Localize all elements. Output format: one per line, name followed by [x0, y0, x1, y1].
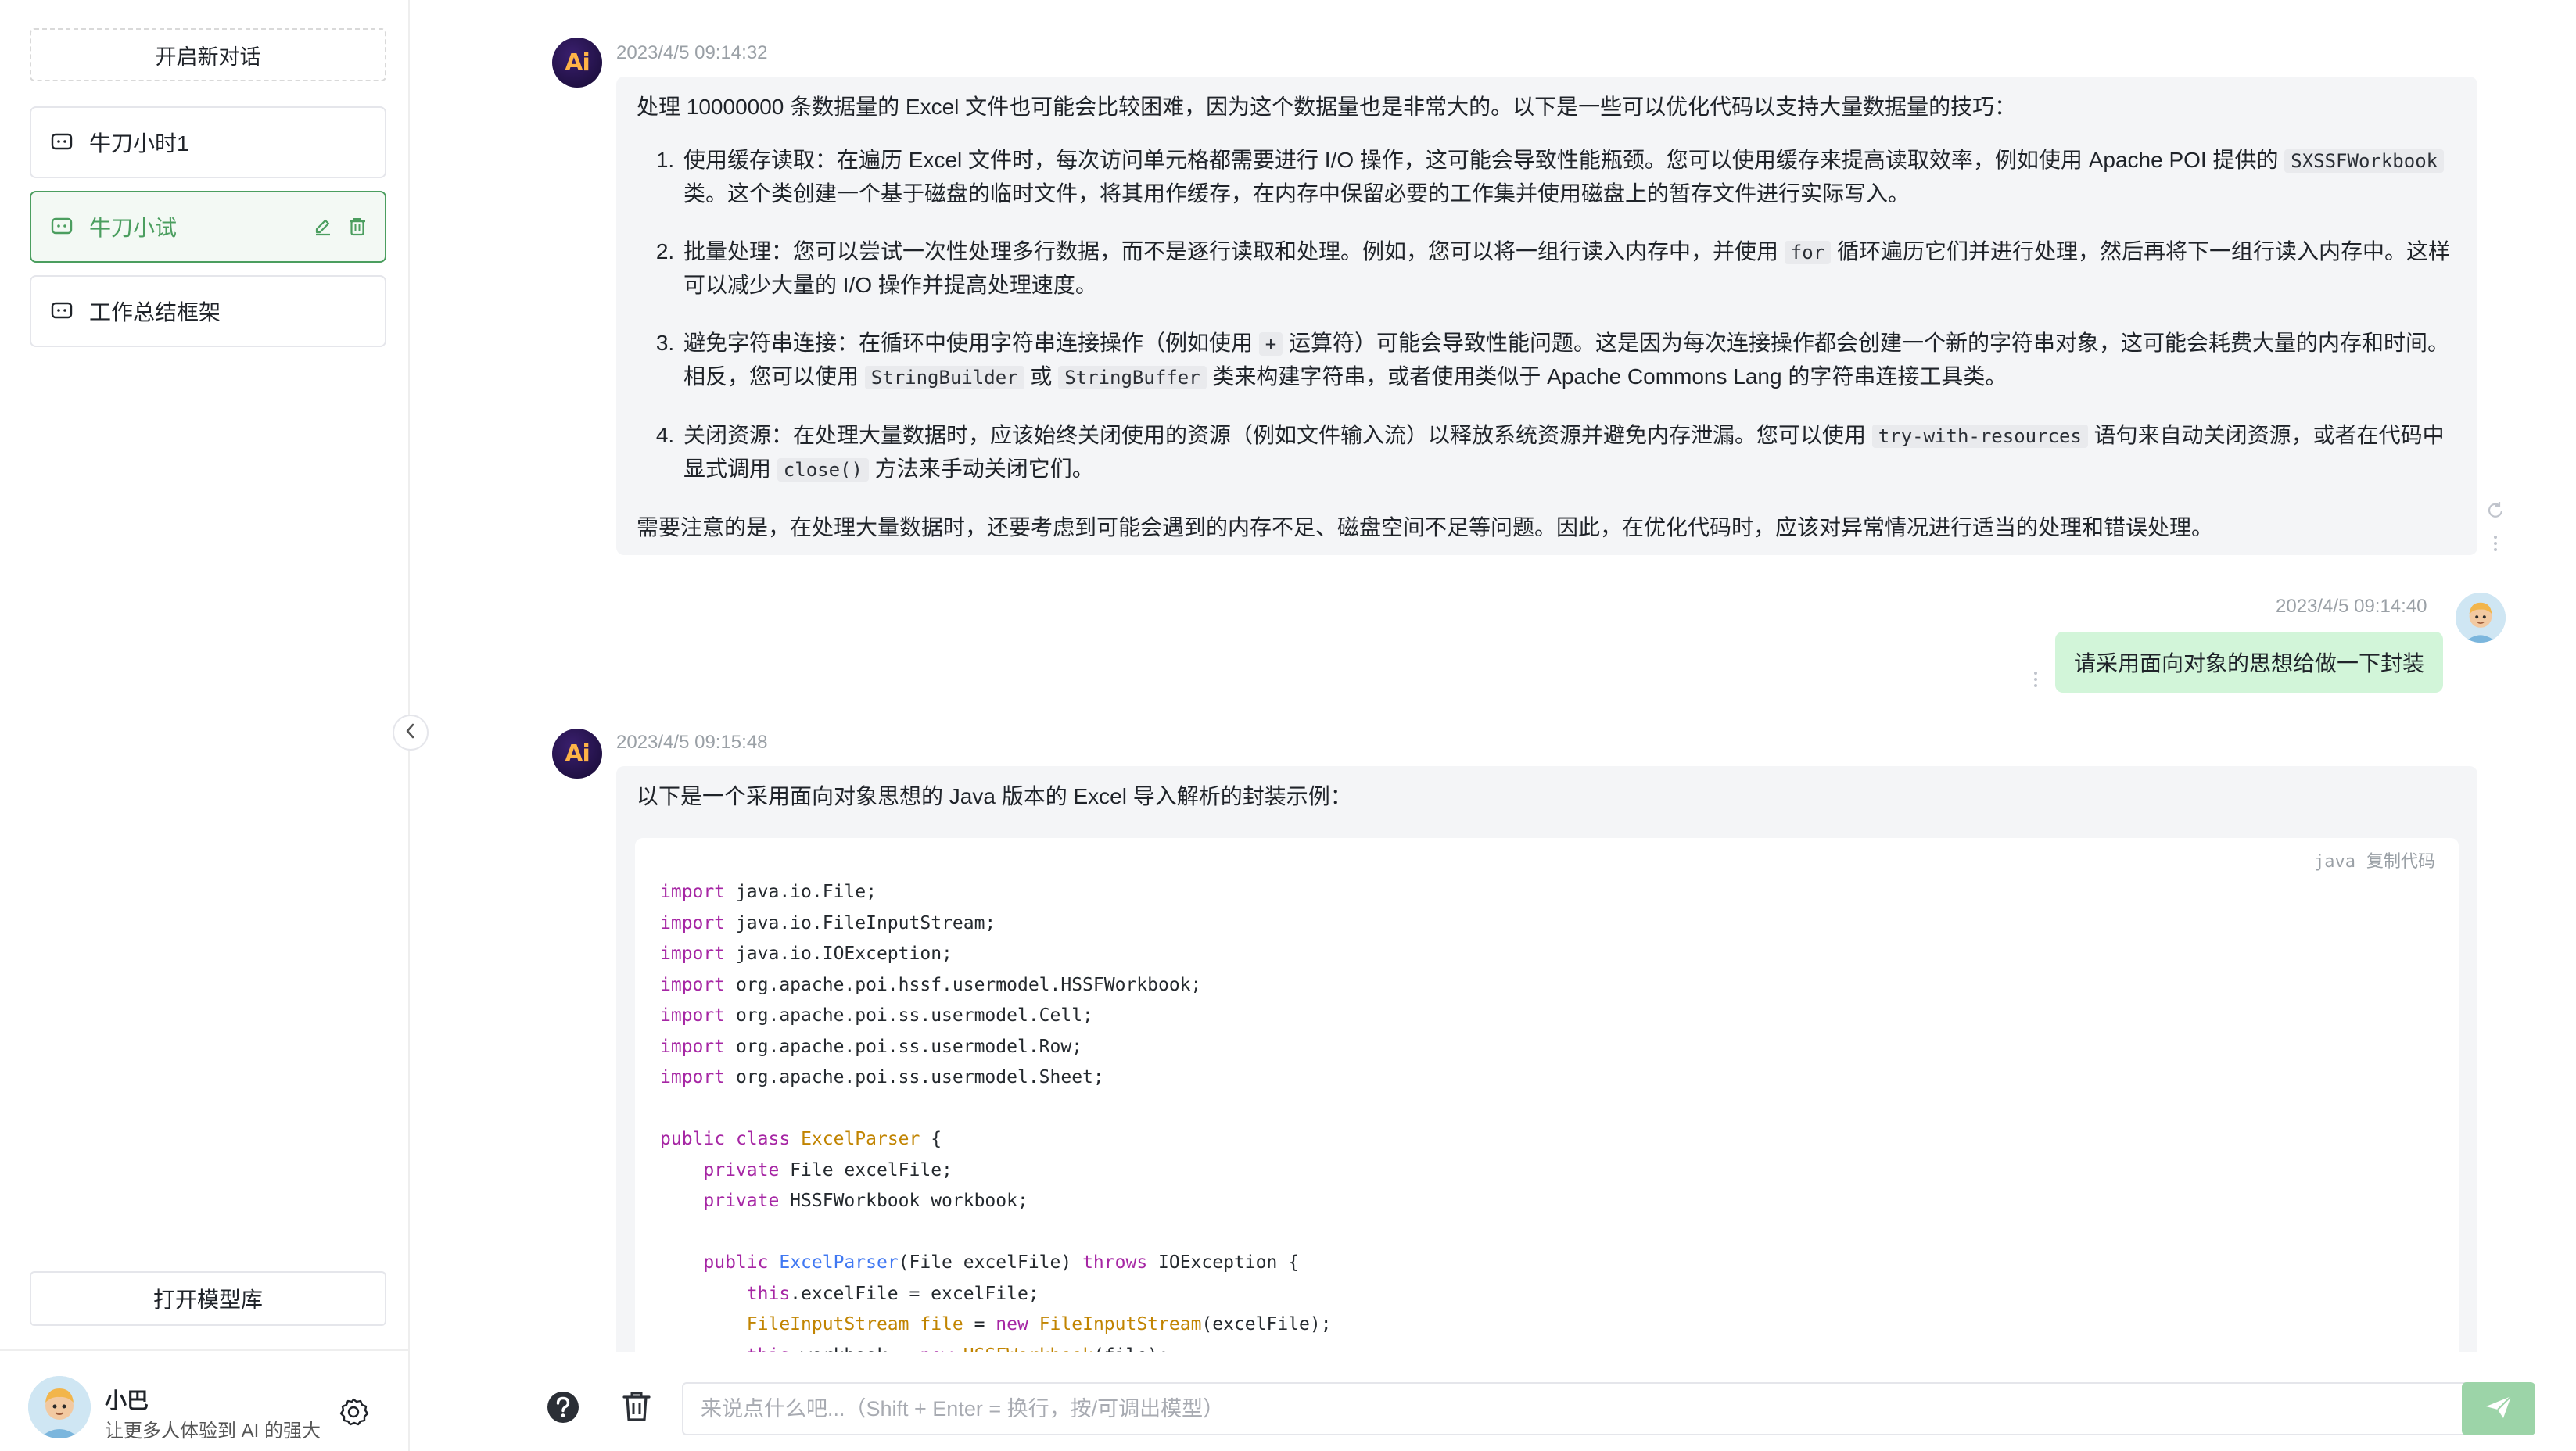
app-root: 开启新对话 牛刀小时1 牛刀小试 工作总结框架 打开模型库 小巴 让更多人体验到… [0, 0, 2576, 1451]
code-block: java 复制代码 import java.io.File; import java… [635, 838, 2459, 1352]
message-text: 处理 10000000 条数据量的 Excel 文件也可能会比较困难，因为这个数… [637, 95, 2017, 119]
user-profile: 小巴 让更多人体验到 AI 的强大 [0, 1349, 410, 1451]
ai-avatar: Ai [552, 729, 602, 779]
sidebar: 开启新对话 牛刀小时1 牛刀小试 工作总结框架 打开模型库 小巴 让更多人体验到… [0, 0, 410, 1451]
refresh-icon[interactable] [2485, 500, 2506, 521]
inline-code: StringBuilder [864, 366, 1024, 389]
message-timestamp: 2023/4/5 09:14:40 [2276, 596, 2427, 617]
tips-list: 使用缓存读取：在遍历 Excel 文件时，每次访问单元格都需要进行 I/O 操作… [637, 144, 2457, 486]
inline-code: close() [777, 458, 869, 482]
code-line: import org.apache.poi.ss.usermodel.Cell; [660, 1005, 1093, 1026]
ai-avatar: Ai [552, 38, 602, 88]
conversation-label: 牛刀小时1 [89, 131, 189, 156]
message-timestamp: 2023/4/5 09:14:32 [616, 42, 768, 63]
message-text: 请采用面向对象的思想给做一下封装 [2074, 651, 2425, 675]
code-line: import org.apache.poi.ss.usermodel.Row; [660, 1036, 1083, 1057]
list-item: 避免字符串连接：在循环中使用字符串连接操作（例如使用 + 运算符）可能会导致性能… [680, 327, 2457, 394]
inline-code: SXSSFWorkbook [2284, 149, 2445, 173]
more-icon[interactable] [2025, 669, 2046, 690]
code-line: FileInputStream file = new FileInputStre… [746, 1314, 1332, 1335]
conversation-actions [313, 217, 385, 237]
list-item: 关闭资源：在处理大量数据时，应该始终关闭使用的资源（例如文件输入流）以释放系统资… [680, 419, 2457, 486]
item-text: 类来构建字符串，或者使用类似于 Apache Commons Lang 的字符串… [1212, 364, 2007, 389]
user-subtitle: 让更多人体验到 AI 的强大 [105, 1421, 321, 1442]
code-content: import java.io.File; import java.io.FileI… [660, 877, 1332, 1352]
send-button[interactable] [2462, 1382, 2535, 1435]
code-line: import java.io.File; [660, 882, 877, 902]
conversation-item[interactable]: 牛刀小时1 [30, 106, 386, 178]
conversation-label: 牛刀小试 [89, 216, 178, 240]
conversation-item-active[interactable]: 牛刀小试 [30, 191, 386, 263]
code-line: public class ExcelParser { [660, 1129, 942, 1149]
delete-icon[interactable] [347, 217, 368, 237]
avatar [2456, 593, 2506, 643]
list-item: 批量处理：您可以尝试一次性处理多行数据，而不是逐行读取和处理。例如，您可以将一组… [680, 235, 2457, 302]
code-line: import java.io.IOException; [660, 944, 953, 964]
message-text: 以下是一个采用面向对象思想的 Java 版本的 Excel 导入解析的封装示例： [637, 784, 1352, 808]
inline-code: StringBuffer [1058, 366, 1207, 389]
edit-icon[interactable] [313, 217, 333, 237]
code-line: import java.io.FileInputStream; [660, 912, 996, 933]
list-item: 使用缓存读取：在遍历 Excel 文件时，每次访问单元格都需要进行 I/O 操作… [680, 144, 2457, 210]
conversation-label: 工作总结框架 [89, 300, 221, 324]
item-text: 类。这个类创建一个基于磁盘的临时文件，将其用作缓存，在内存中保留必要的工作集并使… [683, 181, 1910, 206]
chat-area: Ai 2023/4/5 09:14:32 处理 10000000 条数据量的 E… [411, 0, 2576, 1352]
code-line: this.workbook = new HSSFWorkbook(file); [660, 1341, 1332, 1353]
chat-bubble-icon [50, 131, 74, 153]
message-text: 需要注意的是，在处理大量数据时，还要考虑到可能会遇到的内存不足、磁盘空间不足等问… [637, 515, 2214, 539]
conversation-list: 牛刀小时1 牛刀小试 工作总结框架 [30, 106, 386, 360]
item-text: 关闭资源：在处理大量数据时，应该始终关闭使用的资源（例如文件输入流）以释放系统资… [683, 423, 1867, 447]
code-line: public ExcelParser(File excelFile) throw… [703, 1252, 1300, 1273]
item-text: 方法来手动关闭它们。 [874, 457, 1094, 481]
item-text: 避免字符串连接：在循环中使用字符串连接操作（例如使用 [683, 331, 1254, 355]
item-text: 批量处理：您可以尝试一次性处理多行数据，而不是逐行读取和处理。例如，您可以将一组… [683, 239, 1779, 263]
code-header: java 复制代码 [2314, 846, 2435, 878]
user-name: 小巴 [105, 1388, 149, 1413]
item-text: 使用缓存读取：在遍历 Excel 文件时，每次访问单元格都需要进行 I/O 操作… [683, 148, 2279, 172]
message-timestamp: 2023/4/5 09:15:48 [616, 732, 768, 753]
code-line: import org.apache.poi.hssf.usermodel.HSS… [660, 974, 1202, 995]
open-model-library-button[interactable]: 打开模型库 [30, 1271, 386, 1326]
code-line: import org.apache.poi.ss.usermodel.Sheet… [660, 1067, 1104, 1087]
copy-code-button[interactable]: 复制代码 [2366, 851, 2435, 871]
chat-input[interactable] [682, 1382, 2470, 1435]
help-icon[interactable] [546, 1390, 580, 1424]
code-line: private HSSFWorkbook workbook; [703, 1191, 1028, 1211]
new-chat-button[interactable]: 开启新对话 [30, 28, 386, 81]
user-message: 请采用面向对象的思想给做一下封装 [2055, 632, 2444, 693]
code-line: this.excelFile = excelFile; [746, 1283, 1039, 1304]
ai-message: 处理 10000000 条数据量的 Excel 文件也可能会比较困难，因为这个数… [616, 77, 2477, 555]
input-bar [411, 1352, 2576, 1451]
avatar[interactable] [28, 1376, 91, 1438]
send-icon [2485, 1395, 2513, 1424]
ai-message: 以下是一个采用面向对象思想的 Java 版本的 Excel 导入解析的封装示例：… [616, 766, 2477, 1352]
item-text: 或 [1030, 364, 1053, 389]
chat-bubble-icon [50, 216, 74, 238]
trash-icon[interactable] [621, 1390, 652, 1423]
inline-code: try-with-resources [1871, 425, 2088, 448]
more-icon[interactable] [2485, 533, 2506, 554]
settings-icon[interactable] [338, 1396, 369, 1428]
code-line: private File excelFile; [703, 1159, 953, 1181]
inline-code: + [1258, 332, 1283, 356]
conversation-item[interactable]: 工作总结框架 [30, 275, 386, 347]
chat-bubble-icon [50, 300, 74, 322]
code-language: java [2314, 852, 2355, 872]
inline-code: for [1784, 241, 1832, 264]
